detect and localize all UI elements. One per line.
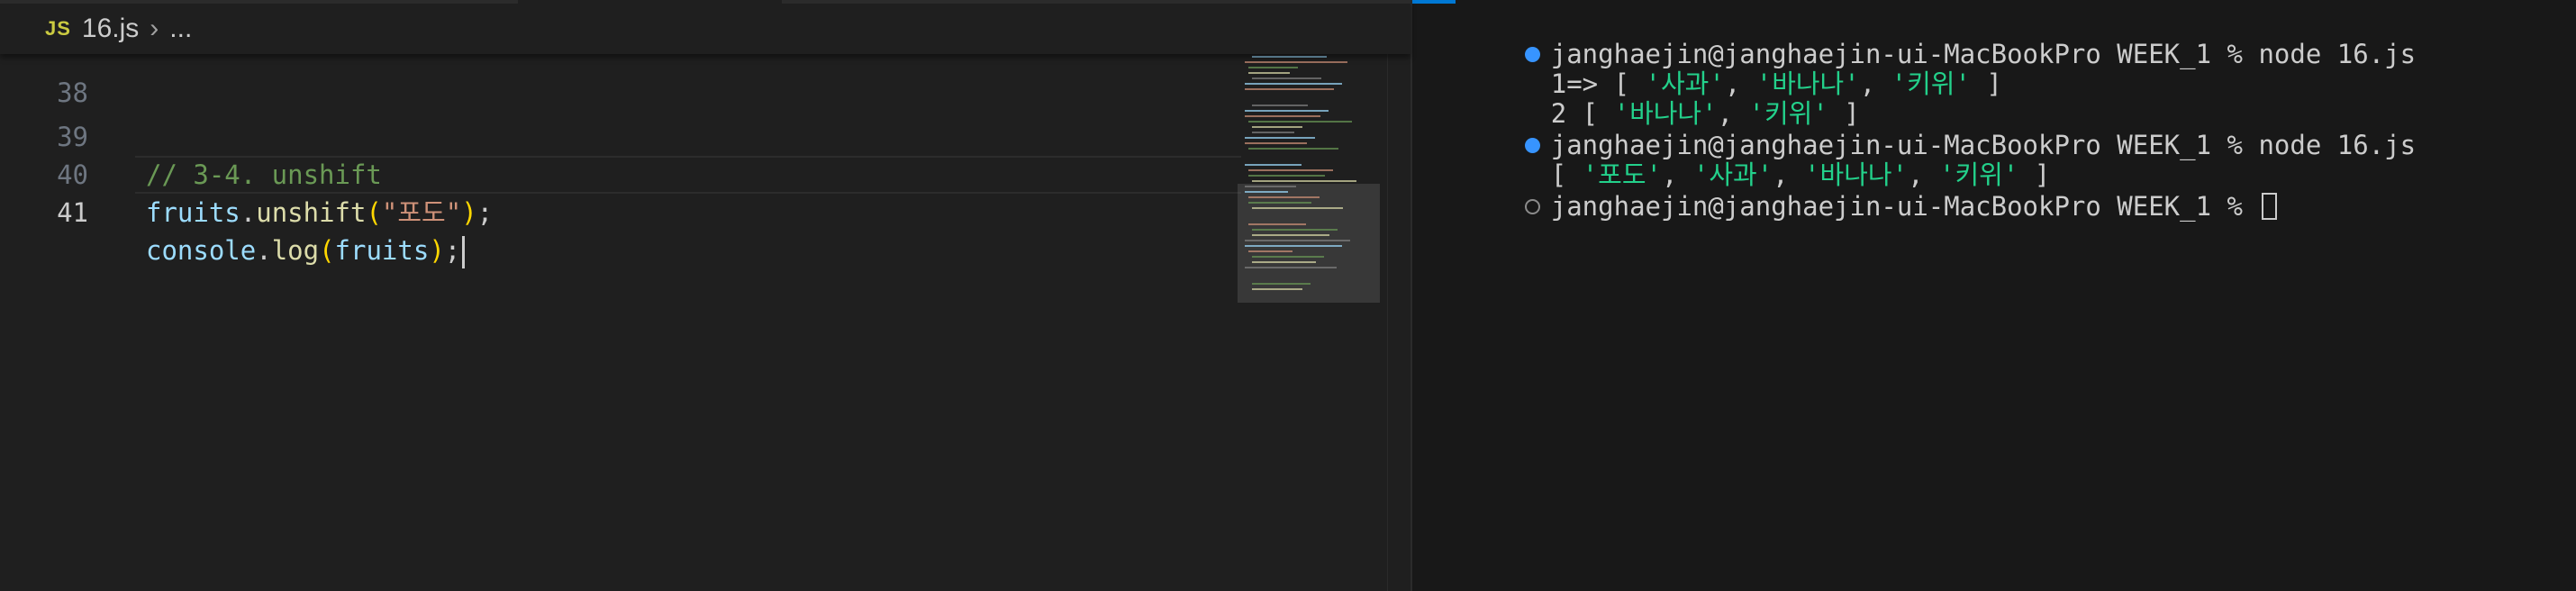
minimap-line [1245,186,1296,187]
code-line: 38 [0,54,1243,108]
minimap-line [1245,115,1320,117]
minimap-line [1252,288,1302,290]
breadcrumb-bar: JS 16.js › ... [0,0,1410,54]
terminal-cursor[interactable] [2262,193,2278,220]
vscode-window: JS 16.js › ... 38 39 // 3-4. unshift 40 … [0,0,2576,591]
terminal-output-line: 2 [ '바나나', '키위' ] [1430,68,1860,129]
minimap-line [1248,67,1298,68]
code-token: ; [476,197,494,228]
minimap-line [1252,126,1302,128]
minimap-line [1245,83,1342,85]
code-token: fruits [334,235,430,266]
minimap-line [1248,196,1320,198]
breadcrumb-file[interactable]: 16.js [82,14,139,44]
code-token: . [256,235,272,266]
minimap-line [1252,207,1343,209]
code-token: ) [429,235,445,266]
minimap-line [1248,175,1325,177]
code-token: ( [366,197,382,228]
minimap-line [1248,250,1293,252]
minimap-line [1245,142,1307,144]
tab-strip-segment [782,0,1410,4]
output-separator: , [1859,68,1891,99]
code-area[interactable]: 38 39 // 3-4. unshift 40 fruits.unshift(… [0,54,1387,591]
editor-scrollbar[interactable] [1387,54,1410,591]
code-token: ( [319,235,335,266]
minimap-line [1245,240,1350,241]
code-token: fruits [146,197,240,228]
minimap-line [1248,72,1290,74]
minimap-line [1248,169,1333,171]
terminal-tab-indicator [1412,0,1456,4]
minimap-line [1245,245,1342,247]
minimap-line [1252,132,1294,133]
editor-pane: JS 16.js › ... 38 39 // 3-4. unshift 40 … [0,0,1410,591]
terminal-prompt-line: janghaejin@janghaejin-ui-MacBookPro WEEK… [1430,8,2416,69]
minimap-line [1248,223,1306,225]
code-token: console [146,235,257,266]
code-token: "포도" [381,197,462,228]
minimap-line [1245,110,1329,112]
javascript-file-icon: JS [45,17,71,40]
minimap-line [1252,56,1327,58]
terminal-prompt-line: janghaejin@janghaejin-ui-MacBookPro WEEK… [1430,99,2416,160]
chevron-right-icon: › [150,14,159,43]
code-token: ; [444,235,461,266]
minimap[interactable] [1238,52,1380,305]
terminal-pane[interactable]: janghaejin@janghaejin-ui-MacBookPro WEEK… [1410,0,2576,591]
minimap-line [1245,164,1302,166]
minimap-line [1245,137,1315,139]
line-number: 41 [57,197,88,228]
terminal-output-line: [ '포도', '사과', '바나나', '키위' ] [1430,129,2050,190]
terminal-prompt-line: janghaejin@janghaejin-ui-MacBookPro WEEK… [1430,160,2278,222]
code-line-current: 41 console.log(fruits); [0,156,1243,268]
minimap-line [1252,77,1321,79]
code-token: . [240,197,257,228]
code-token: ) [461,197,477,228]
breadcrumb-symbols[interactable]: ... [169,14,192,44]
code-line: 40 fruits.unshift("포도"); [0,118,1243,228]
minimap-line [1252,229,1338,231]
code-line: 39 // 3-4. unshift [0,80,1243,190]
minimap-line [1248,202,1311,204]
minimap-line [1245,88,1334,90]
minimap-line [1252,105,1308,106]
minimap-line [1245,191,1288,193]
breadcrumb: JS 16.js › ... [45,13,192,45]
output-suffix: ] [1970,68,2002,99]
code-token: unshift [256,197,367,228]
terminal-command: node 16.js [2258,39,2417,69]
text-cursor [462,236,466,268]
minimap-line [1245,61,1347,63]
minimap-line [1245,267,1337,268]
minimap-line [1252,234,1329,236]
code-token: log [271,235,320,266]
minimap-line [1252,261,1316,263]
output-string: '키위' [1891,68,1971,99]
tab-strip-segment [0,0,518,4]
terminal-command: node 16.js [2258,130,2417,160]
minimap-line [1248,148,1338,150]
minimap-line [1252,180,1356,182]
terminal-prompt: janghaejin@janghaejin-ui-MacBookPro WEEK… [1550,191,2243,222]
minimap-line [1252,256,1324,258]
command-idle-icon [1524,198,1540,214]
terminal-output-line: 1=> [ '사과', '바나나', '키위' ] [1430,38,2002,99]
minimap-line [1248,121,1352,123]
minimap-line [1252,283,1311,285]
